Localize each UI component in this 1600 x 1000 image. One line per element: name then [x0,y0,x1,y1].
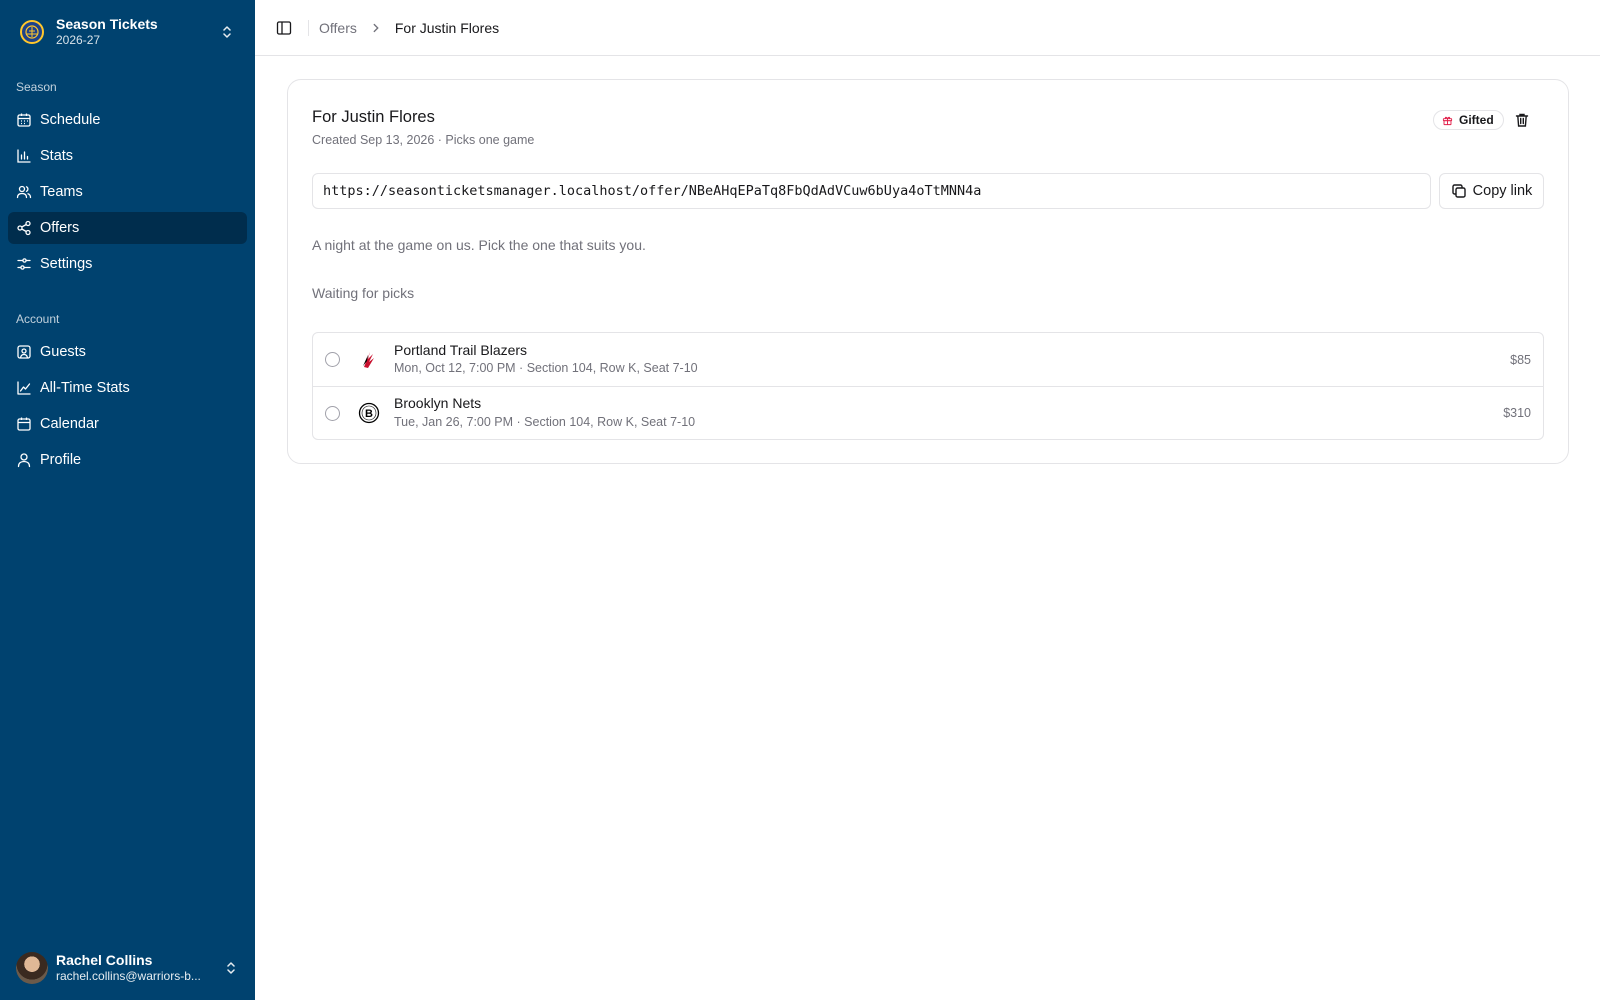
team-season: 2026-27 [56,33,101,48]
offer-subtitle: Created Sep 13, 2026 · Picks one game [312,133,535,147]
sidebar-item-stats[interactable]: Stats [8,140,247,172]
team-switcher[interactable]: Season Tickets 2026-27 [8,8,247,56]
calendar-icon [17,417,31,431]
sidebar-item-calendar[interactable]: Calendar [8,408,247,440]
game-price: $85 [1510,352,1531,367]
top-bar: Offers For Justin Flores [255,0,1600,56]
list-item[interactable]: Portland Trail Blazers Mon, Oct 12, 7:00… [313,333,1543,386]
contact-icon [17,345,31,359]
team-name: Season Tickets [56,16,158,33]
offer-status: Waiting for picks [312,285,415,301]
game-radio[interactable] [325,352,340,367]
chevron-right-icon [373,23,379,32]
badge-label: Gifted [1459,113,1494,127]
game-list: Portland Trail Blazers Mon, Oct 12, 7:00… [312,332,1544,440]
nets-logo: B [358,402,380,424]
sidebar-item-schedule[interactable]: Schedule [8,104,247,136]
sidebar-item-profile[interactable]: Profile [8,444,247,476]
sidebar-item-settings[interactable]: Settings [8,248,247,280]
sidebar-item-label: Teams [40,184,83,200]
chevrons-up-down-icon [227,962,235,974]
breadcrumb-offers[interactable]: Offers [319,20,357,36]
sidebar-item-label: All-Time Stats [40,380,130,396]
header-divider [308,19,309,36]
delete-offer-button[interactable] [1510,108,1534,132]
game-detail: Mon, Oct 12, 7:00 PM · Section 104, Row … [394,361,698,376]
breadcrumb: Offers For Justin Flores [319,20,499,36]
share-icon [17,220,31,236]
game-team: Brooklyn Nets [394,395,482,412]
sidebar-item-guests[interactable]: Guests [8,336,247,368]
copy-icon [1451,184,1466,198]
chevrons-up-down-icon [223,26,231,38]
game-detail: Tue, Jan 26, 7:00 PM · Section 104, Row … [394,414,696,429]
copy-link-label: Copy link [1472,183,1533,199]
line-chart-icon [17,381,31,395]
breadcrumb-current: For Justin Flores [394,19,500,36]
warriors-logo [20,20,44,44]
copy-link-button[interactable]: Copy link [1439,173,1544,209]
offer-title: For Justin Flores [312,108,435,126]
sidebar-item-label: Profile [40,452,82,468]
users-icon [16,185,32,199]
calendar-days-icon [17,113,31,127]
trail-blazers-logo [358,349,380,371]
group-label-season: Season [16,80,57,94]
user-email: rachel.collins@warriors-b... [56,969,201,984]
sidebar-item-label: Calendar [40,416,99,432]
game-radio[interactable] [325,405,340,421]
sidebar-item-label: Settings [40,256,93,272]
panel-left-icon [276,20,292,35]
status-badge: Gifted [1433,110,1504,130]
sidebar-item-label: Offers [40,220,80,236]
sidebar: Season Tickets 2026-27 Season Schedule S… [0,0,255,1000]
sidebar-item-label: Schedule [40,112,101,128]
list-item[interactable]: B Brooklyn Nets Tue, Jan 26, 7:00 PM · S… [313,386,1543,439]
user-icon [17,453,31,468]
offer-message: A night at the game on us. Pick the one … [312,237,646,253]
group-label-account: Account [16,312,60,326]
svg-text:B: B [365,408,373,420]
user-menu[interactable]: Rachel Collins rachel.collins@warriors-b… [8,944,247,992]
user-name: Rachel Collins [56,952,153,969]
sidebar-item-offers[interactable]: Offers [8,212,247,244]
game-price: $310 [1503,406,1531,420]
sidebar-item-label: Stats [40,148,74,164]
gift-icon [1442,116,1453,125]
sidebar-item-teams[interactable]: Teams [8,176,247,208]
avatar [16,952,48,984]
offer-card: For Justin Flores Created Sep 13, 2026 ·… [287,79,1569,464]
trash-icon [1515,113,1529,127]
sidebar-toggle-button[interactable] [270,14,298,42]
sidebar-item-label: Guests [40,344,86,360]
game-team: Portland Trail Blazers [394,341,528,358]
nav-account: Guests All-Time Stats Calendar Profile [8,336,247,480]
offer-link-field[interactable] [312,173,1431,209]
bar-chart-icon [17,149,31,163]
sidebar-item-all-time-stats[interactable]: All-Time Stats [8,372,247,404]
nav-season: Schedule Stats Teams Offers Settings [8,104,247,284]
sliders-icon [17,258,31,270]
